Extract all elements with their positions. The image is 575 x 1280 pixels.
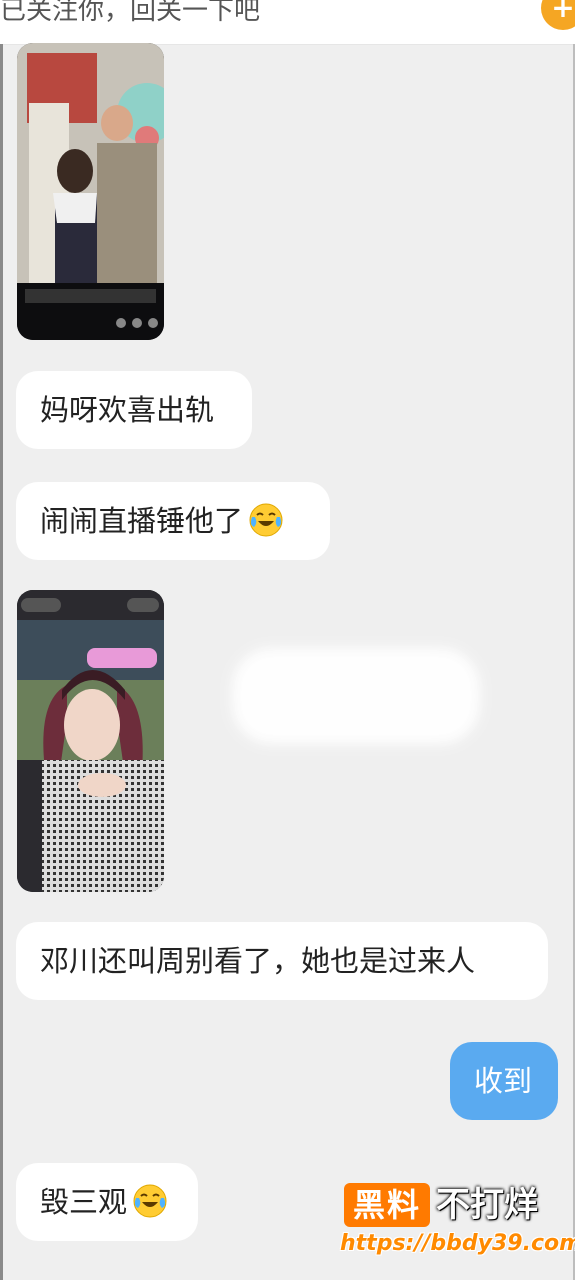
follow-prompt-text: 已关注你，回关一下吧 (0, 0, 261, 26)
my-message-bubble[interactable]: 收到 (450, 1042, 558, 1120)
message-text: 毁三观 (40, 1185, 128, 1219)
image-message-live-stream-screenshot[interactable] (17, 590, 164, 892)
message-text: 闹闹直播锤他了 (40, 504, 244, 538)
watermark-badge: 黑料 (344, 1183, 430, 1227)
redaction-mark (232, 648, 480, 744)
live-stream-screenshot-image (17, 590, 164, 892)
message-bubble[interactable]: 闹闹直播锤他了 (16, 482, 330, 560)
plus-icon[interactable]: + (541, 0, 575, 30)
message-text: 收到 (474, 1064, 533, 1098)
crying-laughing-icon (133, 1184, 167, 1218)
video-screenshot-image (17, 43, 164, 340)
watermark: 黑料 不打烊 https://bbdy39.com (340, 1183, 575, 1263)
message-text: 邓川还叫周别看了，她也是过来人 (40, 944, 476, 978)
left-edge (0, 44, 3, 1280)
message-bubble[interactable]: 邓川还叫周别看了，她也是过来人 (16, 922, 548, 1000)
watermark-name: 不打烊 (436, 1185, 538, 1225)
watermark-url: https://bbdy39.com (340, 1231, 575, 1256)
top-banner: 已关注你，回关一下吧 + (0, 0, 575, 45)
crying-laughing-icon (249, 503, 283, 537)
message-bubble[interactable]: 妈呀欢喜出轨 (16, 371, 252, 449)
message-bubble[interactable]: 毁三观 (16, 1163, 198, 1241)
message-text: 妈呀欢喜出轨 (40, 393, 215, 427)
image-message-video-screenshot[interactable] (17, 43, 164, 340)
